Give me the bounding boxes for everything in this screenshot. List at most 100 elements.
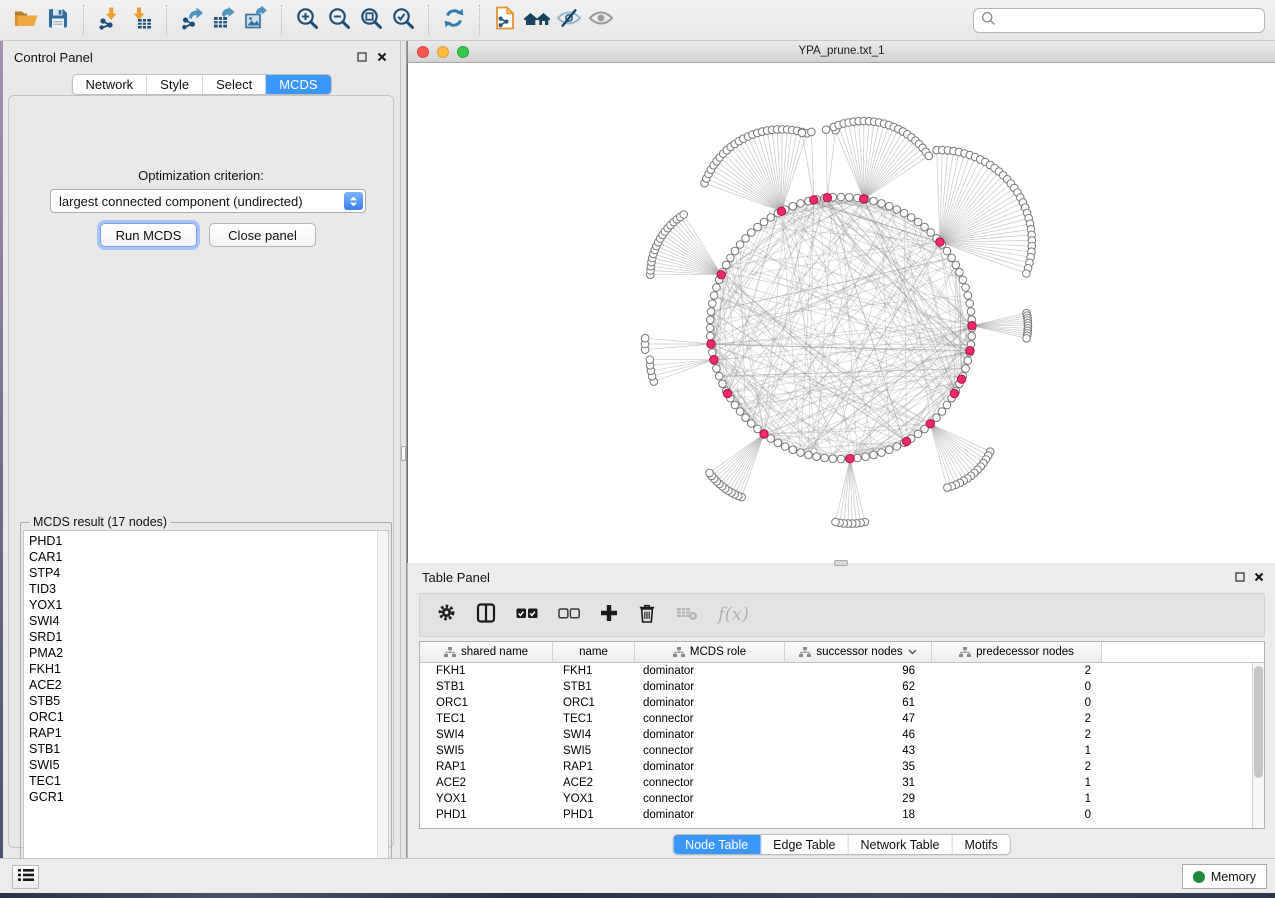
ring-node[interactable] bbox=[907, 214, 915, 222]
leaf-node[interactable] bbox=[944, 484, 952, 492]
mcds-result-item[interactable]: STP4 bbox=[24, 565, 388, 581]
mcds-result-item[interactable]: TEC1 bbox=[24, 773, 388, 789]
network-graph[interactable] bbox=[408, 63, 1275, 563]
import-network-button[interactable] bbox=[93, 4, 125, 36]
task-history-button[interactable] bbox=[12, 865, 39, 889]
ring-node[interactable] bbox=[710, 292, 718, 300]
ring-node[interactable] bbox=[878, 200, 886, 208]
mcds-result-item[interactable]: GCR1 bbox=[24, 789, 388, 805]
ring-node[interactable] bbox=[706, 324, 714, 332]
ring-node[interactable] bbox=[731, 247, 739, 255]
ring-node[interactable] bbox=[748, 420, 756, 428]
mcds-result-item[interactable]: SRD1 bbox=[24, 629, 388, 645]
ring-node[interactable] bbox=[789, 446, 797, 454]
ring-node[interactable] bbox=[943, 247, 951, 255]
ring-node[interactable] bbox=[821, 454, 829, 462]
table-row[interactable]: TEC1TEC1connector472 bbox=[420, 711, 1264, 727]
ring-node[interactable] bbox=[962, 284, 970, 292]
save-session-button[interactable] bbox=[42, 4, 74, 36]
hub-node[interactable] bbox=[860, 195, 868, 203]
zoom-fit-button[interactable] bbox=[355, 4, 387, 36]
export-image-button[interactable] bbox=[240, 4, 272, 36]
memory-button[interactable]: Memory bbox=[1182, 864, 1267, 889]
ring-node[interactable] bbox=[813, 453, 821, 461]
export-network-button[interactable] bbox=[176, 4, 208, 36]
search-input[interactable] bbox=[1001, 14, 1257, 28]
zoom-selected-button[interactable] bbox=[387, 4, 419, 36]
ring-node[interactable] bbox=[767, 214, 775, 222]
ring-node[interactable] bbox=[956, 268, 964, 276]
hub-node[interactable] bbox=[902, 437, 910, 445]
hub-node[interactable] bbox=[810, 196, 818, 204]
ring-node[interactable] bbox=[781, 443, 789, 451]
ring-node[interactable] bbox=[870, 451, 878, 459]
table-row[interactable]: YOX1YOX1connector291 bbox=[420, 791, 1264, 807]
hub-node[interactable] bbox=[710, 356, 718, 364]
leaf-node[interactable] bbox=[832, 518, 840, 526]
zoom-out-button[interactable] bbox=[323, 4, 355, 36]
ring-node[interactable] bbox=[715, 372, 723, 380]
hub-node[interactable] bbox=[926, 420, 934, 428]
tab-style[interactable]: Style bbox=[146, 75, 202, 94]
mcds-result-item[interactable]: PHD1 bbox=[24, 533, 388, 549]
import-table-button[interactable] bbox=[125, 4, 157, 36]
hub-node[interactable] bbox=[966, 347, 974, 355]
ring-node[interactable] bbox=[870, 197, 878, 205]
column-header-name[interactable]: name bbox=[553, 642, 635, 662]
minimize-window-icon[interactable] bbox=[437, 46, 449, 58]
ring-node[interactable] bbox=[862, 453, 870, 461]
table-row[interactable]: ORC1ORC1dominator610 bbox=[420, 695, 1264, 711]
ring-node[interactable] bbox=[760, 218, 768, 226]
table-settings-button[interactable] bbox=[437, 603, 456, 627]
ring-node[interactable] bbox=[789, 202, 797, 210]
leaf-node[interactable] bbox=[641, 334, 649, 342]
tab-motifs[interactable]: Motifs bbox=[951, 835, 1009, 854]
ring-node[interactable] bbox=[742, 414, 750, 422]
mcds-result-item[interactable]: RAP1 bbox=[24, 725, 388, 741]
ring-node[interactable] bbox=[774, 439, 782, 447]
open-session-button[interactable] bbox=[10, 4, 42, 36]
mcds-result-item[interactable]: PMA2 bbox=[24, 645, 388, 661]
ring-node[interactable] bbox=[966, 300, 974, 308]
optimization-criterion-dropdown[interactable]: largest connected component (undirected) bbox=[50, 189, 366, 213]
ring-node[interactable] bbox=[709, 300, 717, 308]
ring-node[interactable] bbox=[736, 408, 744, 416]
tab-mcds[interactable]: MCDS bbox=[265, 75, 330, 94]
hub-node[interactable] bbox=[936, 238, 944, 246]
tab-network[interactable]: Network bbox=[72, 75, 146, 94]
ring-node[interactable] bbox=[943, 401, 951, 409]
leaf-node[interactable] bbox=[798, 129, 806, 137]
leaf-node[interactable] bbox=[822, 126, 830, 134]
column-header-shared-name[interactable]: shared name bbox=[420, 642, 553, 662]
vertical-splitter[interactable] bbox=[400, 41, 407, 858]
mcds-result-item[interactable]: ORC1 bbox=[24, 709, 388, 725]
leaf-node[interactable] bbox=[646, 356, 654, 364]
ring-node[interactable] bbox=[959, 276, 967, 284]
table-row[interactable]: PHD1PHD1dominator180 bbox=[420, 807, 1264, 823]
hide-selected-button[interactable] bbox=[553, 4, 585, 36]
table-row[interactable]: ACE2ACE2connector311 bbox=[420, 775, 1264, 791]
mcds-result-item[interactable]: FKH1 bbox=[24, 661, 388, 677]
close-panel-icon[interactable] bbox=[376, 51, 388, 63]
ring-node[interactable] bbox=[885, 446, 893, 454]
export-table-button[interactable] bbox=[208, 4, 240, 36]
mcds-result-item[interactable]: STB5 bbox=[24, 693, 388, 709]
ring-node[interactable] bbox=[885, 202, 893, 210]
close-window-icon[interactable] bbox=[417, 46, 429, 58]
ring-node[interactable] bbox=[829, 455, 837, 463]
mcds-result-item[interactable]: ACE2 bbox=[24, 677, 388, 693]
ring-node[interactable] bbox=[914, 218, 922, 226]
hub-node[interactable] bbox=[760, 430, 768, 438]
ring-node[interactable] bbox=[878, 449, 886, 457]
hub-node[interactable] bbox=[777, 207, 785, 215]
mcds-result-item[interactable]: CAR1 bbox=[24, 549, 388, 565]
hub-node[interactable] bbox=[968, 322, 976, 330]
ring-node[interactable] bbox=[707, 332, 715, 340]
leaf-node[interactable] bbox=[925, 152, 933, 160]
column-header-successor-nodes[interactable]: successor nodes bbox=[785, 642, 932, 662]
tab-network-table[interactable]: Network Table bbox=[848, 835, 952, 854]
run-mcds-button[interactable]: Run MCDS bbox=[100, 223, 197, 247]
delete-column-button[interactable] bbox=[638, 603, 656, 628]
table-row[interactable]: FKH1FKH1dominator962 bbox=[420, 663, 1264, 679]
leaf-node[interactable] bbox=[1023, 270, 1031, 278]
